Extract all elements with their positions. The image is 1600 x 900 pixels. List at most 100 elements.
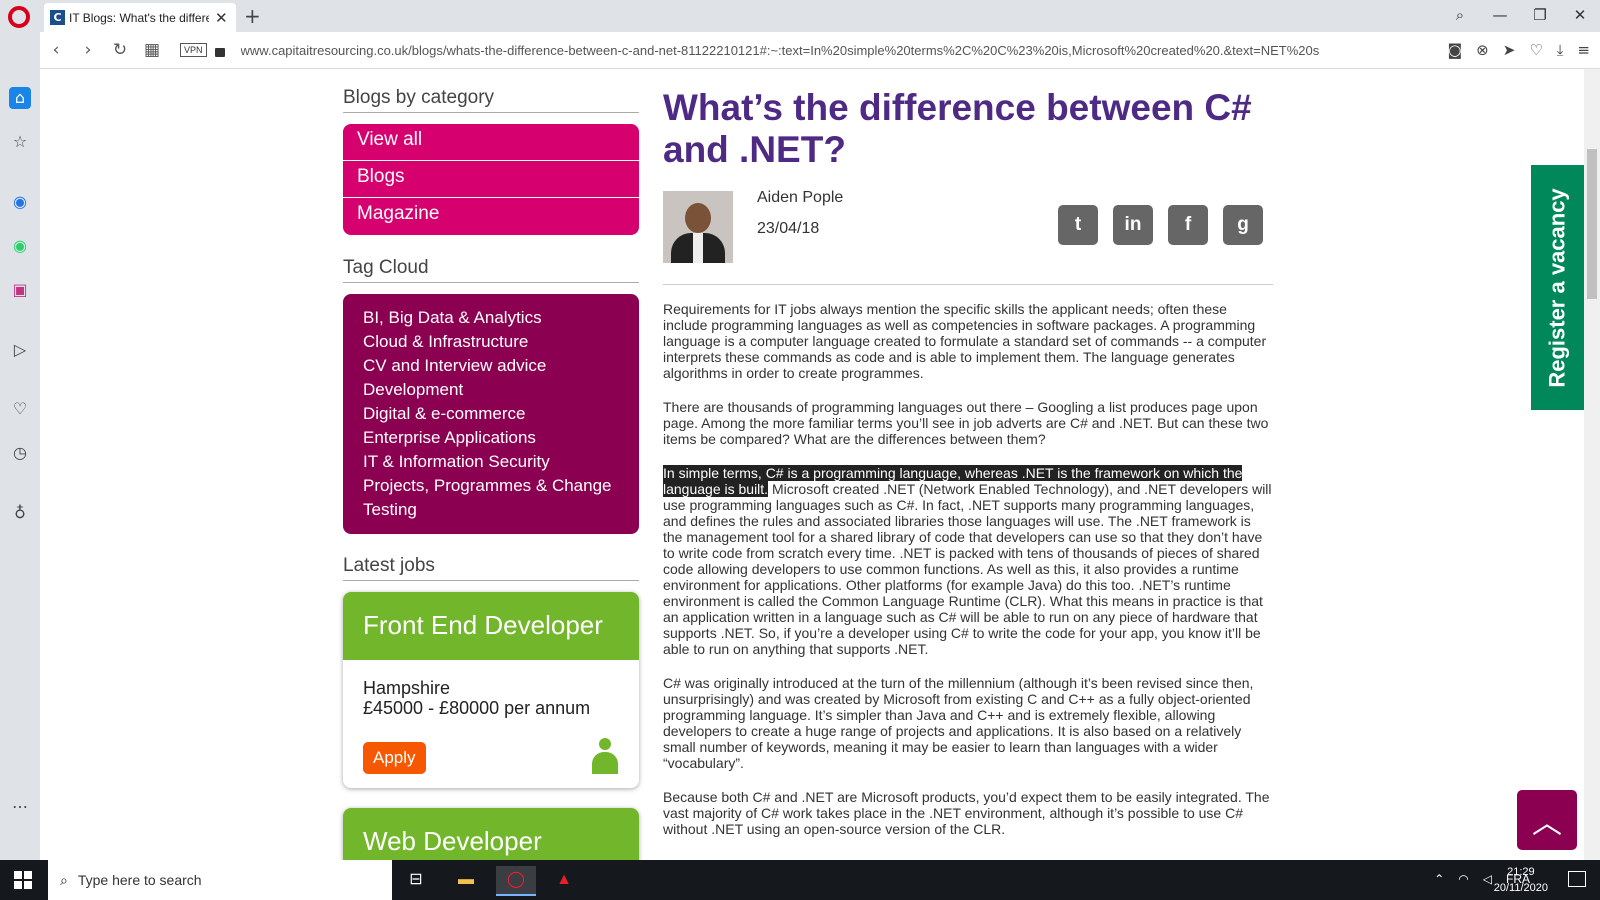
tag-link[interactable]: Enterprise Applications	[363, 426, 619, 450]
article-column: What’s the difference between C# and .NE…	[663, 87, 1273, 855]
browser-sidebar: ⌂ ☆ ◉ ◉ ▣ ▷ ♡ ◷ ♁ …	[0, 32, 40, 860]
twitter-icon[interactable]: t	[1058, 205, 1098, 245]
paragraph: Because both C# and .NET are Microsoft p…	[663, 789, 1270, 837]
search-placeholder: Type here to search	[77, 872, 202, 888]
person-icon	[591, 738, 619, 774]
task-view-icon[interactable]: ⊟	[396, 866, 436, 896]
tag-cloud: BI, Big Data & Analytics Cloud & Infrast…	[343, 294, 639, 534]
search-tabs-icon[interactable]: ⌕	[1440, 0, 1480, 32]
bookmarks-icon[interactable]: ☆	[9, 131, 31, 153]
site-favicon-icon: C	[50, 10, 65, 25]
tabs-grid-icon[interactable]: ▦	[136, 40, 168, 60]
article-title: What’s the difference between C# and .NE…	[663, 87, 1252, 170]
minimize-icon[interactable]: —	[1480, 0, 1520, 32]
taskbar-search[interactable]: ⌕ Type here to search	[48, 860, 392, 900]
avatar	[663, 191, 733, 263]
browser-tab[interactable]: C IT Blogs: What's the difference ✕	[44, 3, 236, 32]
tag-link[interactable]: Testing	[363, 498, 619, 522]
apply-button[interactable]: Apply	[363, 742, 426, 774]
facebook-icon[interactable]: f	[1168, 205, 1208, 245]
job-card: Web Developer	[343, 808, 639, 860]
tag-cloud-heading: Tag Cloud	[343, 257, 639, 283]
tab-title: IT Blogs: What's the difference	[69, 10, 209, 25]
clock[interactable]: 21:29 20/11/2020	[1494, 864, 1548, 896]
paragraph: There are thousands of programming langu…	[663, 399, 1269, 447]
address-bar-actions: ◙ ⊗ ➤ ♡ ⤓ ≡	[1448, 41, 1590, 59]
tray-expand-icon[interactable]: ⌃	[1434, 872, 1444, 886]
new-tab-icon[interactable]: +	[244, 4, 261, 28]
adblock-icon[interactable]: ⊗	[1476, 41, 1489, 59]
opera-logo-icon[interactable]	[8, 6, 30, 28]
category-list: View all Blogs Magazine	[343, 124, 639, 235]
windows-start-icon[interactable]	[14, 871, 32, 889]
messenger-icon[interactable]: ◉	[9, 191, 31, 213]
vpn-badge[interactable]: VPN	[180, 43, 207, 57]
paragraph: Requirements for IT jobs always mention …	[663, 301, 1267, 381]
article-body: Requirements for IT jobs always mention …	[663, 301, 1273, 837]
notifications-icon[interactable]	[1568, 871, 1586, 887]
job-title[interactable]: Web Developer	[343, 808, 639, 860]
url-field[interactable]: www.capitaitresourcing.co.uk/blogs/whats…	[241, 43, 1391, 58]
register-vacancy-tab[interactable]: Register a vacancy	[1531, 165, 1584, 410]
taskbar: ⌕ Type here to search ⊟ ▬ ◯ ▲ ⌃ ◠ ◁ FRA …	[0, 860, 1600, 900]
menu-icon[interactable]: ≡	[1577, 41, 1590, 59]
linkedin-icon[interactable]: in	[1113, 205, 1153, 245]
paragraph: C# was originally introduced at the turn…	[663, 675, 1254, 771]
network-icon[interactable]: ◠	[1458, 872, 1468, 886]
job-title[interactable]: Front End Developer	[343, 592, 639, 660]
category-view-all[interactable]: View all	[343, 124, 639, 161]
google-icon[interactable]: g	[1223, 205, 1263, 245]
search-icon: ⌕	[60, 871, 68, 888]
bookmark-heart-icon[interactable]: ♡	[1529, 41, 1542, 59]
paragraph: In simple terms, C# is a programming lan…	[663, 465, 1273, 657]
more-icon[interactable]: …	[9, 792, 31, 814]
tag-link[interactable]: CV and Interview advice	[363, 354, 619, 378]
job-card: Front End Developer Hampshire £45000 - £…	[343, 592, 639, 788]
tag-link[interactable]: IT & Information Security	[363, 450, 619, 474]
pdf-reader-icon[interactable]: ▲	[544, 866, 584, 896]
forward-icon[interactable]: ›	[72, 40, 104, 60]
left-column: Blogs by category View all Blogs Magazin…	[343, 87, 639, 860]
paragraph-text: Microsoft created .NET (Network Enabled …	[663, 481, 1272, 657]
tag-link[interactable]: Digital & e-commerce	[363, 402, 619, 426]
scroll-to-top-icon[interactable]: ︿	[1517, 790, 1577, 850]
opera-taskbar-icon[interactable]: ◯	[496, 866, 536, 896]
history-icon[interactable]: ◷	[9, 442, 31, 464]
download-icon[interactable]: ⤓	[1557, 41, 1564, 59]
job-location: Hampshire	[363, 678, 451, 698]
my-flow-heart-icon[interactable]: ♡	[9, 398, 31, 420]
address-bar: ‹ › ↻ ▦ VPN www.capitaitresourcing.co.uk…	[40, 32, 1600, 69]
latest-jobs-heading: Latest jobs	[343, 555, 639, 581]
tab-close-icon[interactable]: ✕	[215, 9, 228, 27]
snapshot-icon[interactable]: ◙	[1448, 41, 1463, 59]
whatsapp-icon[interactable]: ◉	[9, 235, 31, 257]
lock-icon[interactable]	[214, 47, 225, 57]
publish-date: 23/04/18	[757, 220, 820, 237]
scroll-thumb[interactable]	[1587, 149, 1597, 299]
home-icon[interactable]: ⌂	[9, 87, 31, 109]
browser-tab-bar: C IT Blogs: What's the difference ✕ + ⌕ …	[0, 0, 1600, 32]
window-controls: ⌕ — ❐ ✕	[1440, 0, 1600, 32]
reload-icon[interactable]: ↻	[104, 40, 136, 60]
file-explorer-icon[interactable]: ▬	[446, 866, 486, 896]
back-icon[interactable]: ‹	[40, 40, 72, 60]
author-row: Aiden Pople 23/04/18 t in f g	[663, 189, 1273, 285]
page-scrollbar[interactable]	[1584, 69, 1600, 860]
social-share: t in f g	[1058, 205, 1263, 245]
close-window-icon[interactable]: ✕	[1560, 0, 1600, 32]
tips-bulb-icon[interactable]: ♁	[9, 502, 31, 524]
register-vacancy-label: Register a vacancy	[1544, 187, 1570, 388]
category-blogs[interactable]: Blogs	[343, 161, 639, 198]
maximize-icon[interactable]: ❐	[1520, 0, 1560, 32]
clock-date: 20/11/2020	[1493, 882, 1548, 894]
flow-send-icon[interactable]: ▷	[9, 339, 31, 361]
send-icon[interactable]: ➤	[1503, 41, 1516, 59]
instagram-icon[interactable]: ▣	[9, 279, 31, 301]
category-magazine[interactable]: Magazine	[343, 198, 639, 235]
tag-link[interactable]: Cloud & Infrastructure	[363, 330, 619, 354]
volume-icon[interactable]: ◁	[1483, 872, 1492, 886]
tag-link[interactable]: Development	[363, 378, 619, 402]
clock-time: 21:29	[1507, 866, 1535, 878]
tag-link[interactable]: BI, Big Data & Analytics	[363, 306, 619, 330]
tag-link[interactable]: Projects, Programmes & Change	[363, 474, 619, 498]
